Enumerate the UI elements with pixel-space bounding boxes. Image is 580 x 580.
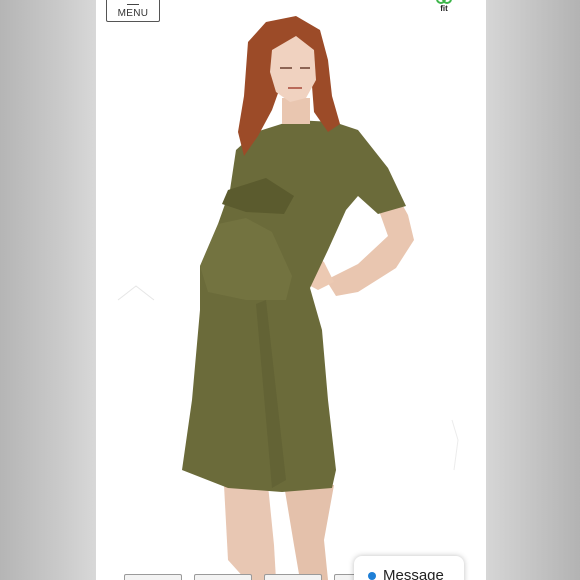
- hamburger-icon: [127, 0, 139, 5]
- product-photo: [117, 16, 459, 580]
- product-page: MENU fit Message: [96, 0, 486, 580]
- thumbnail-strip: [124, 574, 392, 580]
- right-backdrop: [486, 0, 580, 580]
- fit-label: fit: [440, 4, 448, 13]
- thumbnail[interactable]: [264, 574, 322, 580]
- model-legs: [224, 485, 276, 580]
- message-button[interactable]: Message: [354, 556, 464, 580]
- menu-button[interactable]: MENU: [106, 0, 160, 22]
- left-backdrop: [0, 0, 96, 580]
- message-label: Message: [383, 567, 444, 580]
- thumbnail[interactable]: [194, 574, 252, 580]
- online-dot-icon: [368, 572, 376, 580]
- dress: [182, 120, 406, 492]
- fit-badge: fit: [433, 0, 455, 18]
- thumbnail[interactable]: [124, 574, 182, 580]
- menu-label: MENU: [117, 8, 149, 19]
